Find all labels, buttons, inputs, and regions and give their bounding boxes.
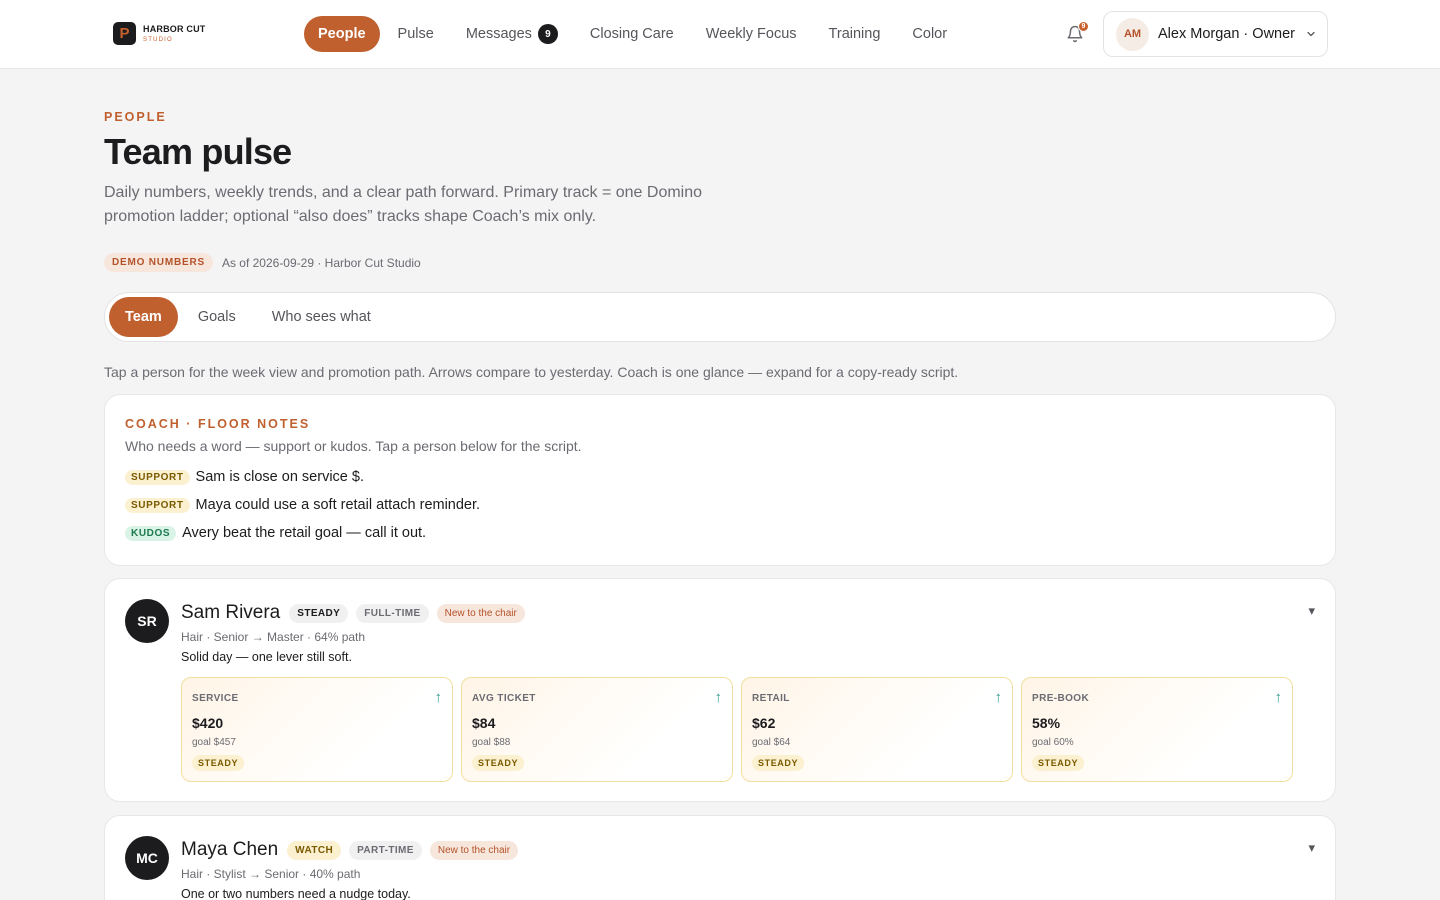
nav-item-label: Pulse xyxy=(397,26,434,42)
person-card-sam-rivera[interactable]: SR Sam Rivera STEADY FULL-TIME New to th… xyxy=(104,578,1336,802)
promotion-track: Hair · Stylist → Senior · 40% path xyxy=(181,867,361,881)
metric-status-badge: STEADY xyxy=(752,755,805,771)
metric-value: $84 xyxy=(472,715,496,731)
tab-who-sees-what[interactable]: Who sees what xyxy=(256,297,387,337)
nav-item-label: Training xyxy=(828,26,881,42)
coach-note[interactable]: SUPPORT Maya could use a soft retail att… xyxy=(125,497,480,513)
meta-row: DEMO NUMBERS As of 2026-09-29 · Harbor C… xyxy=(104,253,421,272)
page-title: Team pulse xyxy=(104,131,292,172)
person-summary: Solid day — one lever still soft. xyxy=(181,650,352,664)
coach-note-text: Avery beat the retail goal — call it out… xyxy=(182,525,427,541)
metric-card-service: SERVICE ↑ $420 goal $457 STEADY xyxy=(181,677,453,782)
trend-up-icon: ↑ xyxy=(434,689,443,706)
coach-subtitle: Who needs a word — support or kudos. Tap… xyxy=(125,438,582,454)
nav-item-label: Closing Care xyxy=(589,26,674,42)
person-name: Sam Rivera xyxy=(181,602,281,623)
notification-count-badge: 9 xyxy=(1078,21,1089,32)
metric-label: RETAIL xyxy=(752,693,790,704)
metric-goal: goal $457 xyxy=(192,737,236,748)
brand-mark-icon: P xyxy=(113,22,136,45)
metric-status-badge: STEADY xyxy=(472,755,525,771)
brand-wordmark: HARBOR CUT STUDIO xyxy=(143,23,206,43)
metric-status-badge: STEADY xyxy=(1032,755,1085,771)
avatar: SR xyxy=(125,599,169,643)
tab-label: Who sees what xyxy=(271,309,371,325)
coach-note[interactable]: SUPPORT Sam is close on service $. xyxy=(125,469,364,485)
view-tabs: Team Goals Who sees what xyxy=(104,292,1336,342)
new-to-chair-badge: New to the chair xyxy=(436,603,525,623)
brand-logo[interactable]: P HARBOR CUT STUDIO xyxy=(113,22,206,45)
nav-item-training[interactable]: Training xyxy=(815,16,895,52)
support-tag: SUPPORT xyxy=(125,469,190,485)
brand-name: HARBOR CUT xyxy=(143,23,206,34)
instruction-text: Tap a person for the week view and promo… xyxy=(104,364,959,380)
trend-up-icon: ↑ xyxy=(1274,689,1283,706)
new-to-chair-badge: New to the chair xyxy=(429,840,519,860)
person-card-maya-chen[interactable]: MC Maya Chen WATCH PART-TIME New to the … xyxy=(104,815,1336,900)
nav-item-people[interactable]: People xyxy=(304,16,380,52)
brand-subtitle: STUDIO xyxy=(143,36,173,43)
tab-goals[interactable]: Goals xyxy=(182,297,252,337)
expand-toggle-icon[interactable]: ▾ xyxy=(1308,840,1315,856)
metric-value: 58% xyxy=(1032,715,1061,731)
messages-count-badge: 9 xyxy=(537,24,558,44)
metric-goal: goal $64 xyxy=(752,737,791,748)
user-name-label: Alex Morgan · Owner xyxy=(1158,26,1295,42)
status-badge: STEADY xyxy=(289,603,349,623)
trend-up-icon: ↑ xyxy=(714,689,723,706)
page-description: Daily numbers, weekly trends, and a clea… xyxy=(104,184,703,225)
nav-item-label: Weekly Focus xyxy=(705,26,797,42)
metric-card-pre-book: PRE-BOOK ↑ 58% goal 60% STEADY xyxy=(1021,677,1293,782)
coach-floor-notes-card: COACH · FLOOR NOTES Who needs a word — s… xyxy=(104,394,1336,566)
chevron-down-icon xyxy=(1307,31,1315,37)
section-eyebrow: PEOPLE xyxy=(104,110,167,124)
employment-badge: PART-TIME xyxy=(349,840,422,860)
metric-value: $420 xyxy=(192,715,224,731)
status-badge: WATCH xyxy=(287,840,342,860)
coach-note[interactable]: KUDOS Avery beat the retail goal — call … xyxy=(125,525,426,541)
kudos-tag: KUDOS xyxy=(125,525,177,541)
coach-note-text: Maya could use a soft retail attach remi… xyxy=(195,497,481,513)
tab-label: Team xyxy=(125,309,162,325)
expand-toggle-icon[interactable]: ▾ xyxy=(1308,603,1315,619)
metrics-row: SERVICE ↑ $420 goal $457 STEADY AVG TICK… xyxy=(181,677,1293,782)
person-header: Sam Rivera STEADY FULL-TIME New to the c… xyxy=(181,602,533,624)
promotion-track: Hair · Senior → Master · 64% path xyxy=(181,630,366,644)
avatar: MC xyxy=(125,836,169,880)
person-header: Maya Chen WATCH PART-TIME New to the cha… xyxy=(181,839,526,861)
person-name: Maya Chen xyxy=(181,839,279,860)
nav-item-messages[interactable]: Messages 9 xyxy=(452,16,572,52)
nav-item-color[interactable]: Color xyxy=(898,16,961,52)
person-summary: One or two numbers need a nudge today. xyxy=(181,887,411,900)
demo-numbers-badge: DEMO NUMBERS xyxy=(104,253,213,272)
nav-item-label: Messages xyxy=(465,26,532,42)
metric-value: $62 xyxy=(752,715,776,731)
tab-label: Goals xyxy=(197,309,236,325)
nav-item-pulse[interactable]: Pulse xyxy=(384,16,448,52)
trend-up-icon: ↑ xyxy=(994,689,1003,706)
metric-goal: goal $88 xyxy=(472,737,511,748)
metric-label: PRE-BOOK xyxy=(1032,693,1090,704)
metric-card-avg-ticket: AVG TICKET ↑ $84 goal $88 STEADY xyxy=(461,677,733,782)
coach-eyebrow: COACH · FLOOR NOTES xyxy=(125,417,311,431)
metric-label: SERVICE xyxy=(192,693,239,704)
nav-item-label: Color xyxy=(912,26,948,42)
metric-card-retail: RETAIL ↑ $62 goal $64 STEADY xyxy=(741,677,1013,782)
tab-team[interactable]: Team xyxy=(109,297,178,337)
nav-item-closing-care[interactable]: Closing Care xyxy=(576,16,688,52)
user-menu-button[interactable]: AM Alex Morgan · Owner xyxy=(1103,11,1328,57)
nav-item-weekly-focus[interactable]: Weekly Focus xyxy=(692,16,811,52)
nav-item-label: People xyxy=(318,26,366,42)
avatar: AM xyxy=(1116,17,1149,51)
top-navigation-bar: P HARBOR CUT STUDIO People Pulse Message… xyxy=(0,0,1440,69)
metric-goal: goal 60% xyxy=(1032,737,1074,748)
metric-label: AVG TICKET xyxy=(472,693,536,704)
as-of-text: As of 2026-09-29 · Harbor Cut Studio xyxy=(221,255,421,270)
main-nav: People Pulse Messages 9 Closing Care Week… xyxy=(304,16,965,52)
coach-note-text: Sam is close on service $. xyxy=(195,469,364,485)
notifications-button[interactable]: 9 xyxy=(1066,21,1089,45)
support-tag: SUPPORT xyxy=(125,497,190,513)
employment-badge: FULL-TIME xyxy=(356,603,429,623)
metric-status-badge: STEADY xyxy=(192,755,245,771)
